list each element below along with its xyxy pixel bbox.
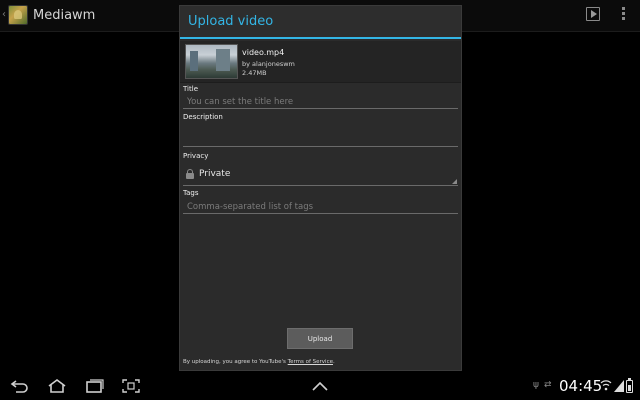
terms-of-service-link[interactable]: Terms of Service [288,359,333,365]
system-bar: ψ ⇄ 04:45 [0,372,640,400]
description-label: Description [183,113,223,121]
clock: 04:45 [559,377,603,395]
wifi-icon [600,380,612,391]
privacy-value: Private [199,169,231,179]
app-icon[interactable] [8,5,28,25]
file-name: video.mp4 [242,48,285,57]
upload-button[interactable]: Upload [287,328,353,349]
file-size: 2.47MB [242,69,267,77]
screenshot-icon[interactable] [121,378,141,394]
dialog-title: Upload video [188,14,274,29]
signal-icon [614,380,624,392]
sync-icon: ⇄ [544,380,552,390]
upload-disclaimer: By uploading, you agree to YouTube's Ter… [183,359,335,365]
spinner-corner-icon [452,179,457,184]
privacy-label: Privacy [183,152,209,160]
tags-label: Tags [183,189,199,197]
tags-input[interactable] [183,200,458,214]
title-label: Title [183,85,199,93]
video-thumbnail [185,44,238,79]
home-icon[interactable] [47,378,67,394]
lock-icon [186,169,194,179]
recent-apps-icon[interactable] [84,378,104,394]
description-input[interactable] [183,124,458,147]
battery-icon [626,378,633,393]
video-file-row: video.mp4 by alanjoneswm 2.47MB [180,41,461,83]
title-input[interactable] [183,95,458,109]
upload-dialog: Upload video video.mp4 by alanjoneswm 2.… [179,5,462,371]
app-title: Mediawm [33,8,96,23]
disclaimer-text: By uploading, you agree to YouTube's [183,359,288,365]
privacy-spinner[interactable]: Private [183,166,458,186]
back-icon[interactable] [10,378,30,394]
file-author: by alanjoneswm [242,60,295,68]
usb-icon: ψ [533,380,539,390]
dialog-header: Upload video [180,6,461,39]
disclaimer-suffix: . [332,359,335,365]
play-icon[interactable] [586,7,600,21]
up-chevron-icon[interactable] [311,380,329,392]
overflow-menu-icon[interactable] [620,6,626,24]
